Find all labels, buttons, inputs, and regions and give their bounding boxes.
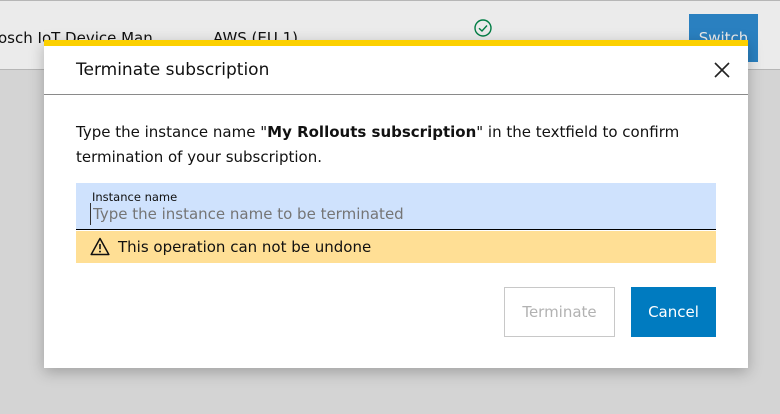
message-prefix: Type the instance name "	[76, 123, 268, 141]
dialog-accent-bar	[44, 40, 748, 46]
warning-text: This operation can not be undone	[118, 238, 372, 256]
close-icon[interactable]	[710, 58, 734, 82]
instance-name-field: Instance name	[76, 183, 716, 230]
cancel-button[interactable]: Cancel	[631, 287, 716, 337]
dialog-title: Terminate subscription	[76, 60, 270, 80]
message-instance-name: My Rollouts subscription	[267, 123, 477, 141]
dialog-divider	[44, 94, 748, 95]
warning-banner: This operation can not be undone	[76, 231, 716, 263]
dialog-message: Type the instance name "My Rollouts subs…	[76, 120, 716, 170]
instance-name-label: Instance name	[92, 190, 178, 204]
warning-triangle-icon	[90, 237, 110, 256]
terminate-dialog: Terminate subscription Type the instance…	[44, 40, 748, 368]
terminate-button[interactable]: Terminate	[504, 287, 615, 337]
instance-name-input[interactable]	[90, 203, 693, 225]
